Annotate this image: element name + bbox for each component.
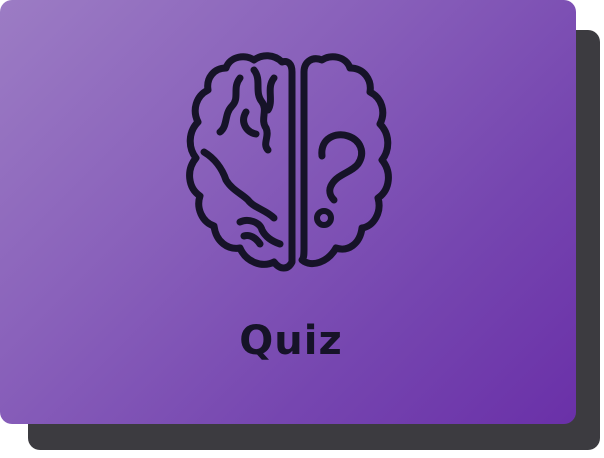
quiz-title: Quiz [239,318,343,364]
quiz-card[interactable]: Quiz [0,0,576,424]
quiz-card-container: Quiz [0,0,604,458]
brain-question-icon [186,52,392,272]
